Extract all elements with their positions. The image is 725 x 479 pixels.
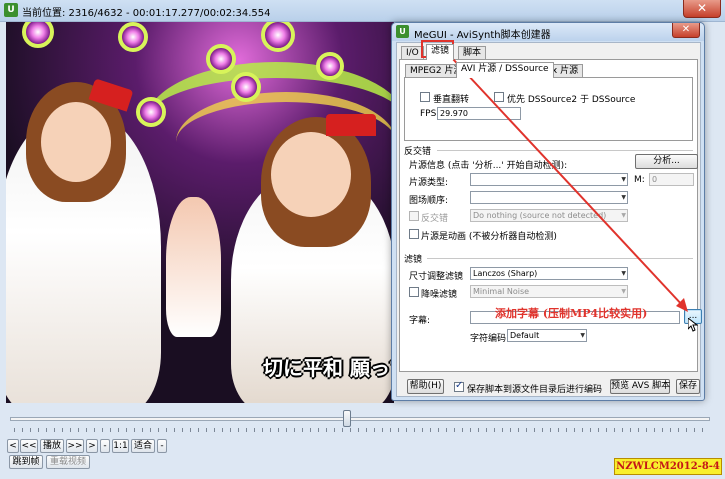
dialog-body: I/O 滤镜 脚本 MPEG2 片源 AVI 片源 / DSSource DGx…	[396, 42, 702, 397]
performer-left-face	[41, 102, 111, 182]
annotation-text: 添加字幕 (压制MP4比较实用)	[495, 307, 648, 320]
preview-avs-button[interactable]: 预览 AVS 脚本	[610, 379, 670, 394]
zoom-out-button[interactable]: -	[100, 439, 110, 453]
field-order-label: 图场顺序:	[409, 196, 449, 206]
goto-frame-button[interactable]: 跳到帧	[9, 455, 43, 469]
anime-source-checkbox[interactable]	[409, 229, 419, 239]
seek-bar[interactable]	[10, 417, 710, 421]
play-button[interactable]: 播放	[40, 439, 64, 453]
filters-separator	[427, 258, 693, 259]
save-to-source-label: 保存脚本到源文件目录后进行编码	[467, 385, 603, 395]
seek-thumb[interactable]	[343, 410, 351, 427]
save-to-source-checkbox[interactable]	[454, 380, 464, 392]
megui-dialog: U MeGUI - AviSynth脚本创建器 ✕ I/O 滤镜 脚本 MPEG…	[391, 22, 705, 401]
m-input[interactable]: 0	[649, 173, 694, 186]
rewind-button[interactable]: <<	[20, 439, 38, 453]
stage-light	[136, 97, 166, 127]
denoise-label: 降噪滤镜	[421, 290, 458, 300]
resize-filter-label: 尺寸调整滤镜	[409, 272, 464, 282]
deinterlace-header: 反交错	[404, 147, 432, 157]
denoise-checkbox[interactable]	[409, 287, 419, 297]
field-order-select[interactable]	[470, 191, 628, 204]
next-frame-button[interactable]: >	[86, 439, 98, 453]
charset-label: 字符编码	[470, 334, 507, 344]
prev-frame-button[interactable]: <	[7, 439, 19, 453]
fit-button[interactable]: 适合	[131, 439, 155, 453]
resize-filter-select[interactable]: Lanczos (Sharp)	[470, 267, 628, 280]
tab-script[interactable]: 脚本	[458, 46, 487, 60]
dialog-title: MeGUI - AviSynth脚本创建器	[414, 30, 551, 41]
denoise-select[interactable]: Minimal Noise	[470, 285, 628, 298]
performer-right-hat	[326, 114, 376, 136]
save-button[interactable]: 保存	[676, 379, 700, 394]
watermark: NZWLCM2012-8-4	[614, 458, 722, 475]
anime-source-label: 片源是动画 (不被分析器自动检测)	[421, 232, 557, 242]
source-info-label: 片源信息 (点击 '分析...' 开始自动检测):	[409, 161, 568, 171]
deinterlace-separator	[437, 150, 693, 151]
zoom-minus-button[interactable]: -	[157, 439, 167, 453]
tab-avi-source[interactable]: AVI 片源 / DSSource	[456, 62, 554, 78]
performer-middle	[166, 197, 221, 337]
video-subtitle: 切に平和 願って	[263, 356, 394, 380]
deinterlace-checkbox[interactable]	[409, 211, 419, 221]
help-button[interactable]: 帮助(H)	[407, 379, 444, 394]
stage-light	[231, 72, 261, 102]
fps-input[interactable]: 29.970	[437, 107, 521, 120]
stage-light	[316, 52, 344, 80]
prefer-dss2-label: 优先 DSSource2 于 DSSource	[507, 95, 636, 105]
seek-ticks	[14, 428, 710, 432]
analyze-button[interactable]: 分析...	[635, 154, 698, 169]
source-type-select[interactable]	[470, 173, 628, 186]
deinterlace-label: 反交错	[421, 214, 449, 224]
filters-header: 滤镜	[404, 255, 423, 265]
app-icon: U	[396, 25, 409, 38]
tab-filters[interactable]: 滤镜	[426, 44, 455, 60]
close-icon[interactable]: ✕	[672, 23, 700, 38]
app-icon: U	[4, 3, 18, 17]
close-icon[interactable]: ✕	[683, 0, 721, 18]
prefer-dss2-checkbox[interactable]	[494, 92, 504, 102]
subtitles-label: 字幕:	[409, 316, 431, 326]
reload-video-button[interactable]: 重载视频	[46, 455, 90, 469]
fps-label: FPS	[420, 109, 437, 119]
mouse-cursor-icon	[688, 318, 698, 332]
deinterlace-method-select[interactable]: Do nothing (source not detected)	[470, 209, 628, 222]
performer-right-face	[271, 132, 351, 217]
flip-vertical-checkbox[interactable]	[420, 92, 430, 102]
preview-title: 当前位置: 2316/4632 - 00:01:17.277/00:02:34.…	[22, 8, 271, 19]
preview-titlebar[interactable]: U 当前位置: 2316/4632 - 00:01:17.277/00:02:3…	[0, 0, 725, 22]
source-type-label: 片源类型:	[409, 178, 449, 188]
m-label: M:	[634, 175, 645, 185]
stage-light	[118, 22, 148, 52]
video-frame: 切に平和 願って	[6, 22, 394, 403]
charset-select[interactable]: Default	[507, 329, 587, 342]
flip-vertical-label: 垂直翻转	[433, 95, 470, 105]
ratio-button[interactable]: 1:1	[112, 439, 129, 453]
dialog-titlebar[interactable]: U MeGUI - AviSynth脚本创建器 ✕	[392, 23, 704, 41]
fast-forward-button[interactable]: >>	[66, 439, 84, 453]
stage-light	[206, 44, 236, 74]
